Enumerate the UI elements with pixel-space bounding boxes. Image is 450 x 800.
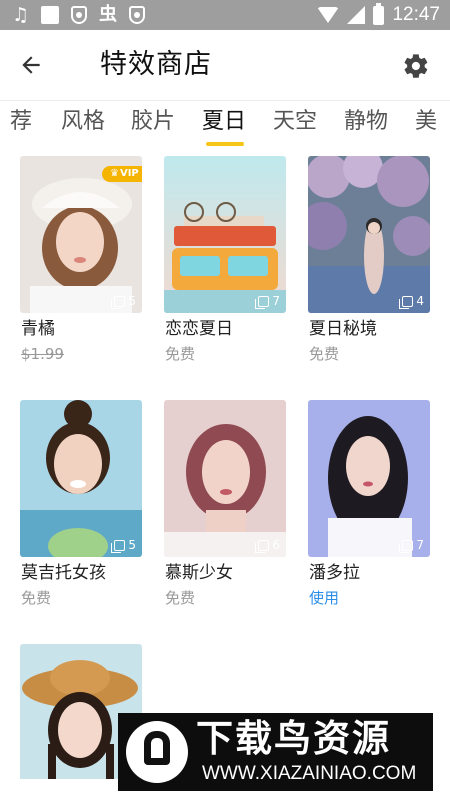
- bug-app-icon: 虫: [99, 4, 118, 25]
- active-tab-indicator: [206, 142, 244, 146]
- effect-title: 夏日秘境: [309, 319, 377, 339]
- settings-button[interactable]: [396, 46, 436, 86]
- app-toolbar: 特效商店: [0, 30, 450, 100]
- category-tabs: 荐 风格 胶片 夏日 天空 静物 美: [0, 100, 450, 148]
- watermark-banner: 下载鸟资源 WWW.XIAZAINIAO.COM: [118, 713, 433, 791]
- effect-thumbnail[interactable]: 7: [308, 400, 430, 557]
- status-bar: ♫ 虫 12:47: [0, 0, 450, 30]
- watermark-title: 下载鸟资源: [196, 717, 391, 760]
- effect-price: $1.99: [21, 345, 64, 363]
- tab-sky[interactable]: 天空: [273, 107, 317, 137]
- effect-title: 恋恋夏日: [165, 319, 233, 339]
- image-count-icon: [111, 295, 126, 309]
- image-count-icon: [111, 539, 126, 553]
- effect-thumbnail[interactable]: ♛VIP 5: [20, 156, 142, 313]
- back-arrow-icon: [22, 56, 40, 74]
- effect-title: 青橘: [21, 319, 55, 339]
- wifi-icon: [317, 7, 340, 23]
- bird-logo-icon: [126, 721, 188, 783]
- effect-price: 免费: [165, 589, 196, 607]
- use-button[interactable]: 使用: [309, 588, 339, 608]
- image-count: 7: [399, 538, 424, 553]
- vip-badge: ♛VIP: [102, 166, 142, 182]
- battery-icon: [373, 2, 385, 25]
- back-button[interactable]: [10, 44, 52, 86]
- tab-beauty[interactable]: 美: [415, 107, 437, 137]
- effect-thumbnail[interactable]: 5: [20, 400, 142, 557]
- effect-price: 免费: [21, 589, 52, 607]
- image-count-icon: [399, 295, 414, 309]
- effect-title: 潘多拉: [309, 563, 360, 583]
- image-count-icon: [255, 539, 270, 553]
- tab-style[interactable]: 风格: [61, 107, 105, 137]
- effect-title: 慕斯少女: [165, 563, 233, 583]
- shield-icon: [71, 6, 88, 24]
- effect-thumbnail[interactable]: 7: [164, 156, 286, 313]
- image-count: 5: [111, 538, 136, 553]
- signal-icon: [347, 6, 366, 24]
- effect-thumbnail[interactable]: 6: [164, 400, 286, 557]
- tab-still-life[interactable]: 静物: [344, 107, 388, 137]
- image-count-icon: [399, 539, 414, 553]
- watermark-url: WWW.XIAZAINIAO.COM: [202, 763, 417, 784]
- shield-icon: [129, 6, 146, 24]
- image-count: 4: [399, 294, 424, 309]
- image-count-icon: [255, 295, 270, 309]
- image-count: 5: [111, 294, 136, 309]
- effect-price: 免费: [309, 345, 340, 363]
- status-system: 12:47: [317, 2, 440, 26]
- page-title: 特效商店: [100, 49, 212, 80]
- image-count: 7: [255, 294, 280, 309]
- effect-title: 莫吉托女孩: [21, 563, 106, 583]
- image-count: 6: [255, 538, 280, 553]
- tab-film[interactable]: 胶片: [131, 107, 175, 137]
- gear-icon: [404, 54, 428, 78]
- tab-summer[interactable]: 夏日: [202, 107, 246, 137]
- status-notifications: ♫ 虫: [12, 4, 146, 26]
- vip-crown-icon: ♛: [110, 168, 119, 179]
- tab-recommend[interactable]: 荐: [10, 107, 32, 137]
- effect-thumbnail[interactable]: 4: [308, 156, 430, 313]
- effect-price: 免费: [165, 345, 196, 363]
- status-time: 12:47: [392, 4, 440, 25]
- square-icon: [41, 6, 60, 24]
- music-note-icon: ♫: [12, 4, 30, 26]
